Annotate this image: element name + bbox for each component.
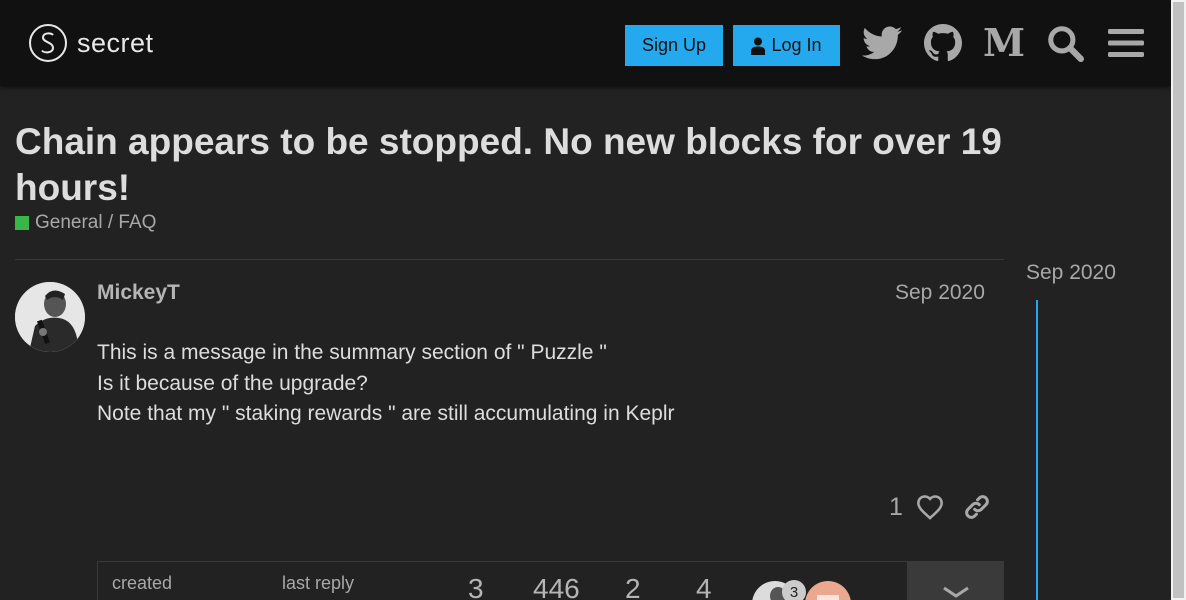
sign-up-button[interactable]: Sign Up xyxy=(625,25,723,66)
timeline-date[interactable]: Sep 2020 xyxy=(1026,261,1116,285)
post-count-badge: 3 xyxy=(782,580,806,600)
user-avatar[interactable] xyxy=(15,282,85,352)
hamburger-menu-icon[interactable] xyxy=(1105,22,1147,64)
last-reply-label: last reply xyxy=(282,573,355,593)
site-header: secret Sign Up Log In M xyxy=(0,0,1171,86)
search-icon[interactable] xyxy=(1044,22,1086,64)
post-body: This is a message in the summary section… xyxy=(97,338,674,430)
twitter-icon[interactable] xyxy=(861,22,903,64)
users-count: 2 xyxy=(625,573,641,600)
created-label: created xyxy=(112,573,173,593)
timeline-scrubber[interactable] xyxy=(1036,300,1038,600)
chevron-down-icon xyxy=(942,586,969,598)
topic-title[interactable]: Chain appears to be stopped. No new bloc… xyxy=(15,119,1055,211)
participant-avatar[interactable] xyxy=(805,581,851,600)
heart-icon[interactable] xyxy=(913,490,947,524)
scrollbar-thumb[interactable] xyxy=(1173,2,1184,598)
post-line: Note that my " staking rewards " are sti… xyxy=(97,402,675,425)
category-color-badge xyxy=(15,216,29,230)
post-divider xyxy=(15,259,1004,260)
likes-count: 4 xyxy=(696,573,712,600)
post-line: Is it because of the upgrade? xyxy=(97,371,368,395)
medium-icon[interactable]: M xyxy=(983,22,1025,64)
post-line: This is a message in the summary section… xyxy=(97,341,607,364)
post-date[interactable]: Sep 2020 xyxy=(895,281,985,305)
log-in-label: Log In xyxy=(771,35,822,55)
post-username[interactable]: MickeyT xyxy=(97,281,180,305)
site-logo[interactable]: secret xyxy=(29,24,154,62)
user-icon xyxy=(751,37,766,55)
secret-logo-icon xyxy=(29,24,67,62)
topic-summary: created last reply 3 446 2 4 xyxy=(97,561,1004,600)
expand-summary-button[interactable] xyxy=(907,561,1004,600)
like-count[interactable]: 1 xyxy=(889,493,903,522)
logo-text: secret xyxy=(77,27,154,58)
log-in-button[interactable]: Log In xyxy=(733,25,840,66)
page-scrollbar[interactable] xyxy=(1171,0,1186,600)
category-label: General / FAQ xyxy=(35,212,157,233)
views-count: 446 xyxy=(533,573,580,600)
link-icon[interactable] xyxy=(960,490,994,524)
topic-category[interactable]: General / FAQ xyxy=(15,212,156,234)
github-icon[interactable] xyxy=(922,22,964,64)
replies-count: 3 xyxy=(468,573,484,600)
